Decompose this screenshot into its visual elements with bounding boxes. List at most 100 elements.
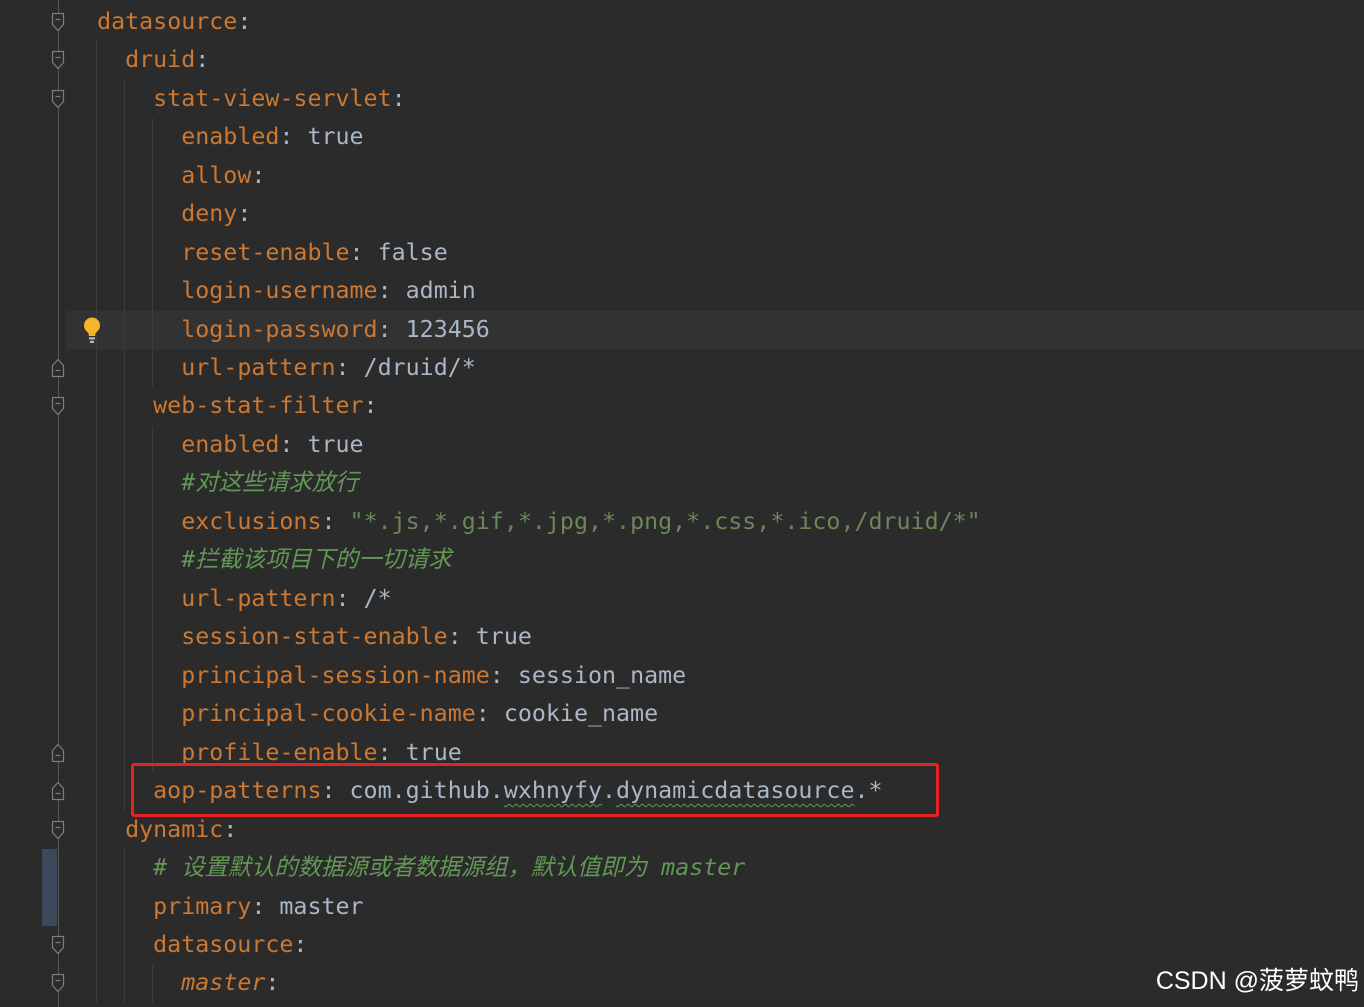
yaml-key: deny — [181, 200, 238, 228]
fold-start-icon[interactable] — [51, 396, 65, 416]
line-text: # 设置默认的数据源或者数据源组，默认值即为 master — [69, 854, 745, 881]
code-line[interactable]: exclusions: "*.js,*.gif,*.jpg,*.png,*.cs… — [0, 502, 1364, 542]
line-text: login-username: admin — [69, 277, 476, 304]
yaml-value: /* — [363, 584, 392, 612]
code-line[interactable]: datasource: — [0, 3, 1364, 41]
yaml-colon: : — [223, 815, 238, 843]
lightbulb-icon[interactable] — [82, 316, 102, 346]
code-line[interactable]: #拦截该项目下的一切请求 — [0, 541, 1364, 580]
fold-end-icon[interactable] — [51, 781, 65, 801]
yaml-colon: : — [237, 7, 252, 35]
yaml-colon: : — [251, 161, 266, 189]
yaml-key: allow — [181, 161, 252, 189]
line-text: web-stat-filter: — [69, 392, 377, 419]
yaml-colon: : — [377, 277, 406, 305]
code-line[interactable]: login-username: admin — [0, 272, 1364, 311]
indentation — [69, 46, 125, 73]
indentation — [69, 469, 181, 496]
fold-start-icon[interactable] — [51, 935, 65, 955]
indentation — [69, 239, 181, 266]
fold-start-icon[interactable] — [51, 820, 65, 840]
line-text: profile-enable: true — [69, 739, 462, 766]
fold-start-icon[interactable] — [51, 89, 65, 109]
code-line[interactable]: enabled: true — [0, 425, 1364, 465]
line-text: datasource: — [69, 931, 307, 958]
line-text: stat-view-servlet: — [69, 85, 405, 112]
code-line[interactable]: datasource: — [0, 926, 1364, 965]
indentation — [69, 123, 181, 150]
code-line[interactable]: principal-session-name: session_name — [0, 656, 1364, 696]
fold-end-icon[interactable] — [51, 358, 65, 378]
yaml-value: .* — [854, 777, 883, 805]
code-line[interactable]: druid: — [0, 41, 1364, 80]
code-line[interactable]: reset-enable: false — [0, 233, 1364, 273]
code-line[interactable]: deny: — [0, 195, 1364, 234]
fold-start-icon[interactable] — [51, 973, 65, 993]
indentation — [69, 431, 181, 458]
code-line[interactable]: aop-patterns: com.github.wxhnyfy.dynamic… — [0, 762, 1364, 817]
indentation — [69, 816, 125, 843]
yaml-colon: : — [293, 931, 308, 958]
code-line[interactable]: dynamic: — [0, 810, 1364, 850]
yaml-value: true — [475, 623, 532, 651]
yaml-colon: : — [251, 892, 280, 920]
indentation — [69, 662, 181, 689]
yaml-key: exclusions — [181, 507, 322, 535]
indentation — [69, 969, 181, 996]
indentation — [69, 893, 153, 920]
code-line[interactable]: profile-enable: true — [0, 733, 1364, 773]
misspelled-word: dynamicdatasource — [616, 777, 855, 805]
yaml-comment: # 设置默认的数据源或者数据源组，默认值即为 master — [153, 854, 746, 882]
yaml-key: primary — [153, 892, 252, 920]
code-line[interactable]: allow: — [0, 156, 1364, 196]
yaml-key: login-password — [181, 315, 378, 343]
code-line[interactable]: # 设置默认的数据源或者数据源组，默认值即为 master — [0, 849, 1364, 888]
fold-end-icon[interactable] — [51, 743, 65, 763]
line-text: druid: — [69, 46, 209, 73]
code-line[interactable]: web-stat-filter: — [0, 387, 1364, 426]
code-line[interactable]: session-stat-enable: true — [0, 618, 1364, 657]
code-editor[interactable]: datasource: druid: stat-view-servlet: en… — [0, 3, 1364, 1003]
code-line[interactable]: url-pattern: /* — [0, 579, 1364, 619]
yaml-colon: : — [279, 123, 308, 151]
line-text: deny: — [69, 200, 251, 227]
yaml-key: datasource — [153, 931, 294, 958]
yaml-value: master — [279, 892, 364, 920]
code-line[interactable]: stat-view-servlet: — [0, 79, 1364, 119]
indentation — [69, 623, 181, 650]
indentation — [69, 931, 153, 958]
code-line[interactable]: primary: master — [0, 887, 1364, 926]
yaml-key: url-pattern — [181, 353, 336, 381]
code-line[interactable]: principal-cookie-name: cookie_name — [0, 695, 1364, 734]
yaml-value: true — [307, 123, 364, 151]
yaml-colon: : — [447, 623, 476, 651]
yaml-colon: : — [265, 969, 280, 997]
yaml-key: principal-cookie-name — [181, 700, 476, 728]
line-text: login-password: 123456 — [69, 316, 490, 343]
yaml-key: dynamic — [125, 815, 224, 843]
code-line[interactable]: url-pattern: /druid/* — [0, 348, 1364, 388]
yaml-colon: : — [321, 507, 350, 535]
yaml-string: "*.js,*.gif,*.jpg,*.png,*.css,*.ico,/dru… — [349, 507, 981, 535]
code-line-current[interactable]: login-password: 123456 — [0, 310, 1364, 350]
line-text: dynamic: — [69, 816, 237, 843]
code-line[interactable]: enabled: true — [0, 118, 1364, 157]
code-line[interactable]: #对这些请求放行 — [0, 464, 1364, 503]
vcs-change-marker[interactable] — [42, 887, 57, 926]
yaml-value: . — [602, 777, 617, 805]
yaml-colon: : — [237, 200, 252, 228]
yaml-comment: #拦截该项目下的一切请求 — [181, 546, 452, 574]
yaml-comment: #对这些请求放行 — [181, 469, 359, 497]
line-text: allow: — [69, 162, 265, 189]
vcs-change-marker[interactable] — [42, 849, 57, 888]
fold-start-icon[interactable] — [51, 12, 65, 32]
yaml-value: admin — [405, 277, 476, 305]
line-text: principal-cookie-name: cookie_name — [69, 700, 658, 727]
indentation — [69, 854, 153, 881]
yaml-value: session_name — [517, 661, 687, 689]
yaml-key: principal-session-name — [181, 661, 490, 689]
fold-start-icon[interactable] — [51, 50, 65, 70]
yaml-colon: : — [475, 700, 504, 728]
yaml-key: profile-enable — [181, 738, 378, 766]
yaml-value: true — [405, 738, 462, 766]
